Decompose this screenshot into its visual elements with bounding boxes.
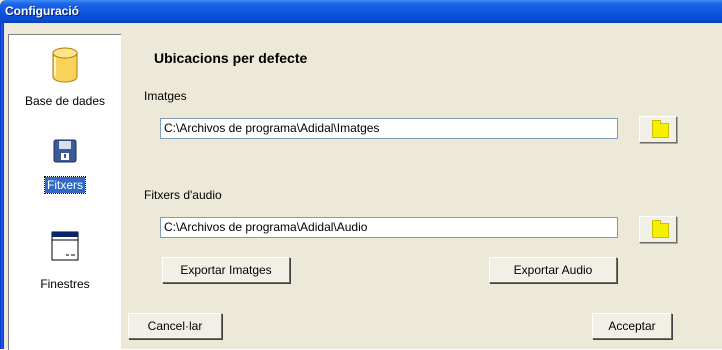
sidebar-item-fitxers[interactable]: Fitxers [9,135,121,201]
images-path-input[interactable]: C:\Archivos de programa\Adidal\Imatges [160,118,618,139]
audio-label: Fitxers d'audio [144,188,222,202]
sidebar-item-label: Fitxers [44,176,86,194]
page-title: Ubicacions per defecte [154,50,308,66]
export-images-button[interactable]: Exportar Imatges [162,257,290,283]
window-title: Configuració [5,4,79,18]
database-icon [52,47,78,83]
export-audio-button[interactable]: Exportar Audio [489,257,617,283]
sidebar-item-label: Base de dades [24,94,106,108]
folder-icon [652,120,669,138]
browse-images-button[interactable] [639,116,677,143]
sidebar-item-finestres[interactable]: Finestres [9,227,121,297]
cancel-button[interactable]: Cancel·lar [128,313,222,339]
main-panel: Ubicacions per defecte Imatges C:\Archiv… [120,23,722,349]
configuration-window: Configuració Base de dades Fitxers Fines… [0,0,722,350]
sidebar: Base de dades Fitxers Finestres [8,34,121,350]
sidebar-item-label-wrapper: Fitxers [9,176,121,194]
window-frame-left [0,23,4,349]
audio-path-input[interactable]: C:\Archivos de programa\Adidal\Audio [160,217,618,238]
images-label: Imatges [144,89,187,103]
browse-audio-button[interactable] [639,216,677,243]
accept-button[interactable]: Acceptar [592,313,672,339]
floppy-disk-icon [53,139,77,163]
sidebar-item-label: Finestres [40,277,90,291]
sidebar-item-base-de-dades[interactable]: Base de dades [9,43,121,113]
folder-icon [652,220,669,238]
title-bar[interactable]: Configuració [0,0,722,23]
window-icon [51,231,79,261]
